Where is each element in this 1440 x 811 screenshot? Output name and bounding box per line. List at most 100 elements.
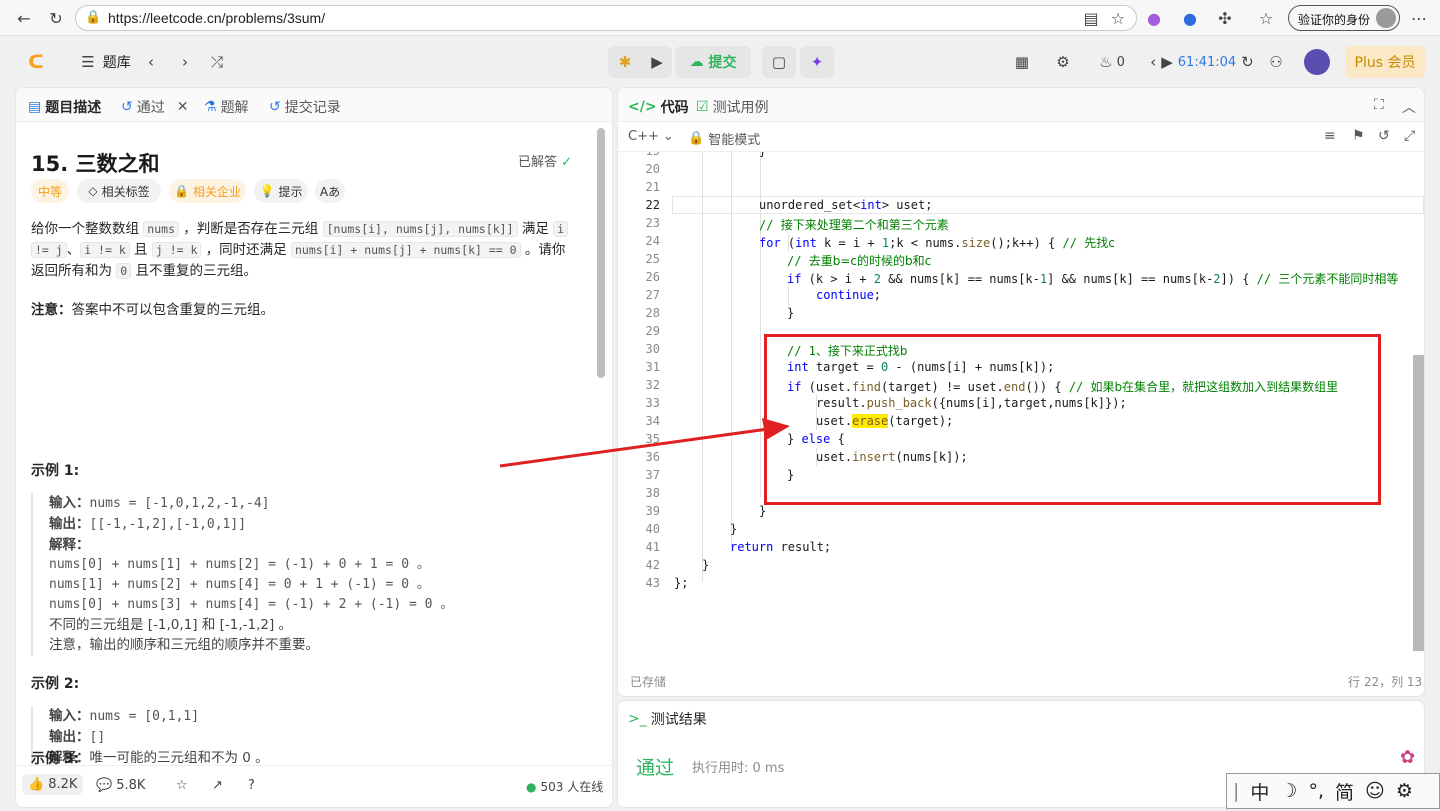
note-text: 答案中不可以包含重复的三元组。 xyxy=(71,302,275,318)
result-status: 通过 xyxy=(636,757,675,779)
verify-label: 验证你的身份 xyxy=(1298,13,1371,27)
ime-toolbar: | 中 ☽ °, 简 ☺ ⚙ xyxy=(1226,773,1440,809)
streak-counter[interactable]: ♨ 0 xyxy=(1092,48,1132,76)
line-number: 27 xyxy=(645,288,660,302)
problem-panel: ▤ 题目描述 ↺ 通过 ✕ ⚗ 题解 ↺ 提交记录 15. 三数之和 已解答 ✓ 中等 ◇… xyxy=(15,87,613,808)
editor-scrollbar[interactable] xyxy=(1413,355,1424,651)
moon-icon[interactable]: ☽ xyxy=(1280,780,1297,802)
add-friend-icon[interactable]: ⚇ xyxy=(1265,48,1287,76)
extension-icon[interactable]: ● xyxy=(1181,9,1199,28)
inline-code: i xyxy=(553,221,569,237)
tab-test-result[interactable]: >_ 测试结果 xyxy=(628,709,707,729)
example-output: [[-1,-1,2],[-1,0,1]] xyxy=(89,517,247,532)
sparkle-icon[interactable]: ✦ xyxy=(803,48,831,76)
favorites-bar-icon[interactable]: ☆ xyxy=(1257,9,1275,28)
language-select[interactable]: C++ ⌄ xyxy=(628,129,674,144)
line-number: 29 xyxy=(645,324,660,338)
ime-handle-icon[interactable]: | xyxy=(1233,780,1239,802)
history-icon: ↺ xyxy=(269,99,281,115)
emoji-icon[interactable]: ☺ xyxy=(1365,780,1385,802)
tab-description[interactable]: ▤ 题目描述 xyxy=(28,97,101,117)
submit-button[interactable]: ☁ 提交 xyxy=(675,46,751,78)
tab-passed[interactable]: ↺ 通过 ✕ xyxy=(121,97,188,117)
tab-solutions-label: 题解 xyxy=(220,100,249,116)
reader-icon[interactable]: ▤ xyxy=(1082,9,1100,28)
comments-button[interactable]: 💬 5.8K xyxy=(96,778,145,793)
tab-solutions[interactable]: ⚗ 题解 xyxy=(204,97,249,117)
avatar[interactable] xyxy=(1304,49,1330,75)
line-number: 23 xyxy=(645,216,660,230)
smart-mode-label: 智能模式 xyxy=(708,133,761,148)
punctuation-icon[interactable]: °, xyxy=(1308,780,1324,802)
debug-icon[interactable]: ✱ xyxy=(612,48,638,76)
share-icon[interactable]: ↗ xyxy=(212,778,223,793)
logo-icon[interactable]: ᑕ xyxy=(25,48,47,76)
next-problem-icon[interactable]: › xyxy=(175,48,195,76)
brain-icon[interactable]: ✿ xyxy=(1400,747,1415,768)
tab-code-label: 代码 xyxy=(660,100,689,116)
problem-title[interactable]: 15. 三数之和 xyxy=(31,148,160,178)
address-bar[interactable]: 🔒 https://leetcode.cn/problems/3sum/ xyxy=(75,5,1137,31)
close-icon[interactable]: ✕ xyxy=(177,99,189,115)
puzzle-icon[interactable]: ✣ xyxy=(1216,9,1234,28)
run-icon[interactable]: ▶ xyxy=(644,48,670,76)
more-icon[interactable]: ⋯ xyxy=(1410,9,1428,28)
difficulty-badge[interactable]: 中等 xyxy=(31,179,69,203)
shuffle-icon[interactable]: ⤮ xyxy=(207,48,227,76)
line-number: 39 xyxy=(645,504,660,518)
problem-description: 给你一个整数数组 nums ，判断是否存在三元组 [nums[i], nums[… xyxy=(31,219,591,282)
inline-code: != j xyxy=(31,242,67,258)
code-line: } xyxy=(730,522,738,536)
favorite-icon[interactable]: ☆ xyxy=(1109,9,1127,28)
plus-member-button[interactable]: Plus 会员 xyxy=(1345,46,1425,78)
tab-code[interactable]: </> 代码 xyxy=(628,97,689,117)
inline-code: i != k xyxy=(80,242,130,258)
code-line: return result; xyxy=(730,540,832,554)
related-companies-button[interactable]: 🔒 相关企业 xyxy=(169,179,246,203)
translate-icon[interactable]: Aあ xyxy=(315,179,345,203)
reload-icon[interactable]: ↻ xyxy=(47,9,65,28)
play-icon[interactable]: ▶ xyxy=(1161,53,1173,71)
reset-icon[interactable]: ↻ xyxy=(1241,53,1254,71)
desc-text: ，同时还满足 xyxy=(201,242,291,258)
bookmark-icon[interactable]: ⚑ xyxy=(1352,128,1365,144)
prev-problem-icon[interactable]: ‹ xyxy=(141,48,161,76)
hint-button[interactable]: 💡 提示 xyxy=(254,179,308,203)
code-line: if (k > i + 2 && nums[k] == nums[k-1] &&… xyxy=(787,272,1399,286)
extension-icon[interactable]: ● xyxy=(1145,9,1163,28)
desc-text: 给你一个整数数组 xyxy=(31,221,144,237)
fullscreen-icon[interactable]: ⛶ xyxy=(1374,97,1384,113)
smart-mode-toggle[interactable]: 🔒 智能模式 xyxy=(688,129,760,148)
problemset-button[interactable]: ☰ 题库 xyxy=(71,48,141,76)
tab-testcase[interactable]: ☑ 测试用例 xyxy=(696,97,769,117)
note-icon[interactable]: ▢ xyxy=(765,48,793,76)
ime-simplified[interactable]: 简 xyxy=(1335,778,1354,805)
collapse-icon[interactable]: ︿ xyxy=(1402,97,1416,117)
code-icon: </> xyxy=(628,99,657,115)
fire-count: 0 xyxy=(1116,54,1125,70)
settings-icon[interactable]: ⚙ xyxy=(1053,48,1073,76)
chevron-left-icon[interactable]: ‹ xyxy=(1150,53,1156,71)
star-icon[interactable]: ☆ xyxy=(176,778,188,793)
gear-icon[interactable]: ⚙ xyxy=(1396,780,1413,802)
like-button[interactable]: 👍 8.2K xyxy=(22,774,84,795)
line-number: 20 xyxy=(645,162,660,176)
ime-mode[interactable]: 中 xyxy=(1250,778,1269,805)
layout-icon[interactable]: ▦ xyxy=(1012,48,1032,76)
undo-icon[interactable]: ↺ xyxy=(1378,128,1390,144)
related-tags-button[interactable]: ◇ 相关标签 xyxy=(77,179,161,203)
code-editor[interactable]: 19} 20 21 22 unordered_set<int> uset; 23 /… xyxy=(618,152,1424,662)
back-icon[interactable]: ← xyxy=(15,9,33,28)
format-icon[interactable]: ≡ xyxy=(1324,128,1336,144)
help-icon[interactable]: ? xyxy=(248,778,255,793)
verify-identity-button[interactable]: 验证你的身份 xyxy=(1288,5,1400,31)
tab-submissions[interactable]: ↺ 提交记录 xyxy=(269,97,341,117)
cloud-upload-icon: ☁ xyxy=(689,54,704,70)
check-circle-icon: ✓ xyxy=(561,155,573,170)
explanation-line: 注意，输出的顺序和三元组的顺序并不重要。 xyxy=(49,637,319,653)
expand-icon[interactable]: ⤢ xyxy=(1404,128,1415,144)
tab-description-label: 题目描述 xyxy=(45,100,102,116)
desc-text: 。请你 xyxy=(520,242,566,258)
url-text[interactable]: https://leetcode.cn/problems/3sum/ xyxy=(108,10,325,26)
scrollbar[interactable] xyxy=(597,128,605,378)
